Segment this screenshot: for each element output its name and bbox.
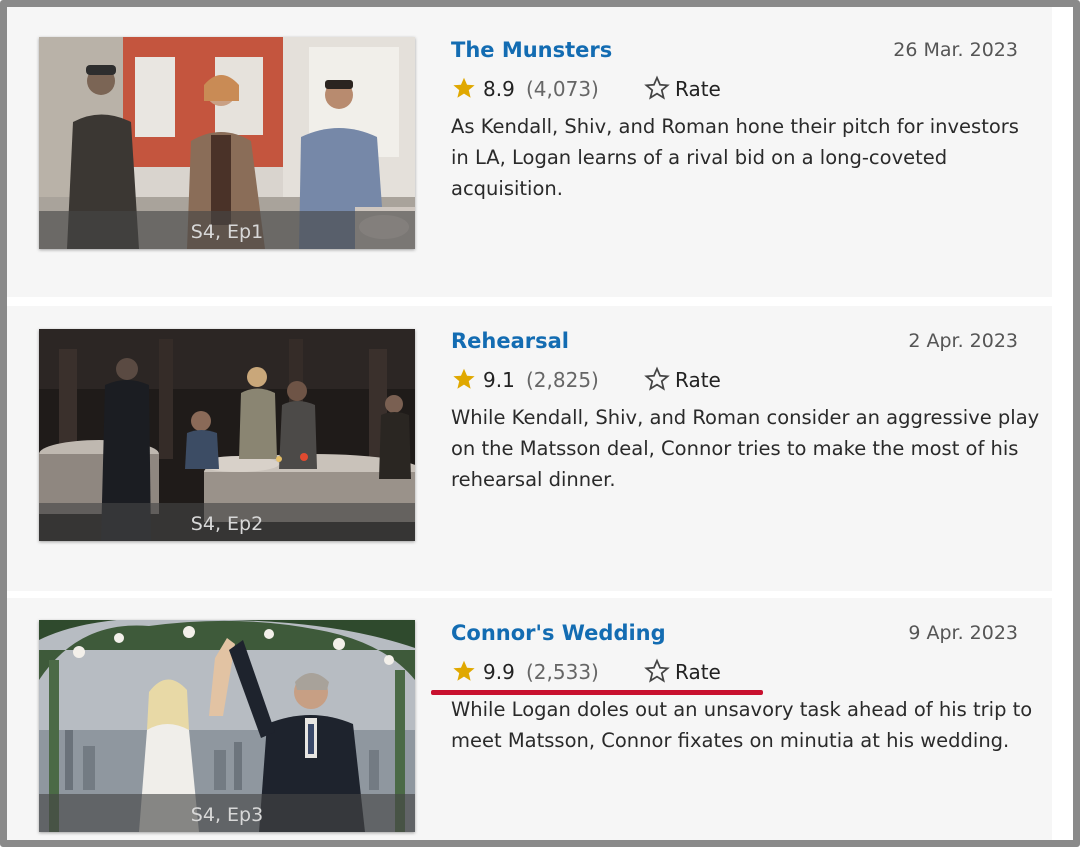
highlight-underline — [431, 690, 763, 695]
rating-row: 9.1 (2,825) Rate — [451, 366, 791, 396]
air-date: 2 Apr. 2023 — [908, 330, 1018, 352]
episode-list: S4, Ep1 The Munsters 26 Mar. 2023 8.9 (4… — [7, 7, 1052, 840]
screenshot-frame: S4, Ep1 The Munsters 26 Mar. 2023 8.9 (4… — [0, 0, 1080, 847]
episode-thumbnail[interactable]: S4, Ep2 — [39, 329, 415, 541]
episode-title-link[interactable]: The Munsters — [451, 37, 612, 63]
rate-button[interactable]: Rate — [644, 366, 739, 394]
rate-button[interactable]: Rate — [644, 75, 739, 103]
episode-thumbnail[interactable]: S4, Ep3 — [39, 620, 415, 832]
episode-thumbnail[interactable]: S4, Ep1 — [39, 37, 415, 249]
rate-label: Rate — [675, 368, 721, 392]
rating-value: 9.9 — [483, 660, 515, 684]
rating-value: 8.9 — [483, 77, 515, 101]
episode-item: S4, Ep1 The Munsters 26 Mar. 2023 8.9 (4… — [7, 7, 1052, 297]
episode-description: As Kendall, Shiv, and Roman hone their p… — [451, 115, 1019, 200]
episode-description: While Kendall, Shiv, and Roman consider … — [451, 406, 1040, 491]
rating-row: 8.9 (4,073) Rate — [451, 75, 791, 105]
air-date: 9 Apr. 2023 — [908, 622, 1018, 644]
star-filled-icon — [453, 77, 475, 98]
episode-title-link[interactable]: Rehearsal — [451, 328, 569, 354]
star-outline-icon — [644, 75, 670, 100]
rating-row: 9.9 (2,533) Rate — [451, 658, 791, 688]
episode-item: S4, Ep3 Connor's Wedding 9 Apr. 2023 9.9… — [7, 598, 1052, 840]
rate-label: Rate — [675, 660, 721, 684]
rate-button[interactable]: Rate — [644, 658, 739, 686]
star-filled-icon — [453, 368, 475, 389]
rate-label: Rate — [675, 77, 721, 101]
episode-number-label: S4, Ep3 — [39, 794, 415, 832]
star-filled-icon — [453, 660, 475, 681]
rating-value: 9.1 — [483, 368, 515, 392]
air-date: 26 Mar. 2023 — [893, 39, 1018, 61]
star-outline-icon — [644, 658, 670, 683]
episode-number-label: S4, Ep1 — [39, 211, 415, 249]
episode-title-link[interactable]: Connor's Wedding — [451, 620, 666, 646]
episode-description: While Logan doles out an unsavory task a… — [451, 698, 1033, 752]
star-outline-icon — [644, 366, 670, 391]
vote-count: (2,825) — [526, 368, 599, 392]
episode-number-label: S4, Ep2 — [39, 503, 415, 541]
vote-count: (2,533) — [526, 660, 599, 684]
episode-item: S4, Ep2 Rehearsal 2 Apr. 2023 9.1 (2,825… — [7, 306, 1052, 591]
vote-count: (4,073) — [526, 77, 599, 101]
